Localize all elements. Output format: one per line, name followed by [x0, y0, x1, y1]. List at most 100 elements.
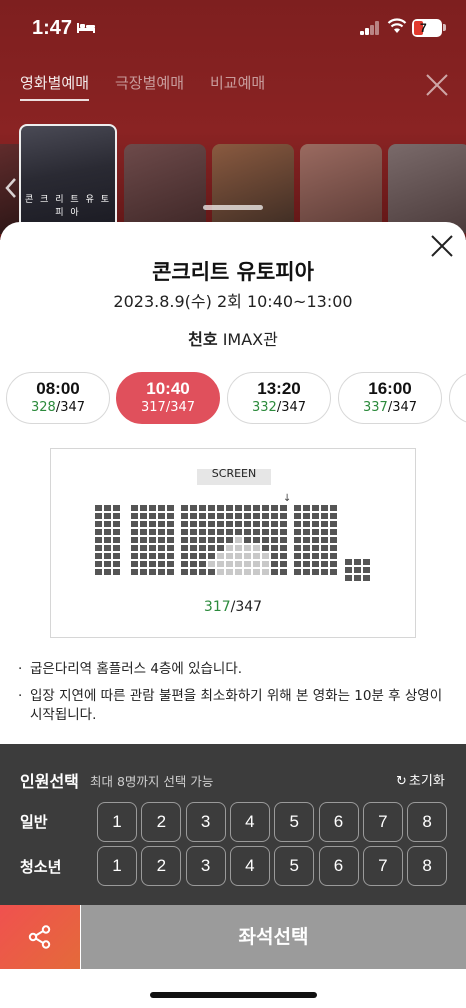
seat-taken — [208, 505, 215, 511]
count-option-button[interactable]: 6 — [318, 802, 359, 842]
seat-available — [253, 553, 260, 559]
seat-taken — [363, 567, 370, 573]
tab-by-theater[interactable]: 극장별예매 — [115, 72, 184, 93]
seat-taken — [208, 513, 215, 519]
seat-taken — [167, 561, 174, 567]
seat-taken — [280, 529, 287, 535]
chevron-left-icon[interactable] — [4, 176, 18, 200]
seat-block — [181, 505, 287, 575]
seat-taken — [140, 553, 147, 559]
seat-taken — [303, 505, 310, 511]
count-option-button[interactable]: 7 — [362, 802, 403, 842]
seat-taken — [167, 529, 174, 535]
close-icon[interactable] — [424, 72, 450, 98]
seat-taken — [312, 545, 319, 551]
count-option-button[interactable]: 8 — [407, 846, 448, 886]
seat-taken — [158, 545, 165, 551]
count-option-button[interactable]: 7 — [362, 846, 403, 886]
seat-taken — [271, 513, 278, 519]
seat-available — [262, 553, 269, 559]
seat-taken — [113, 537, 120, 543]
share-button[interactable] — [0, 905, 80, 969]
seat-taken — [294, 529, 301, 535]
seat-available — [208, 561, 215, 567]
seat-taken — [321, 529, 328, 535]
seat-taken — [131, 561, 138, 567]
count-option-button[interactable]: 3 — [185, 802, 226, 842]
count-option-button[interactable]: 6 — [318, 846, 359, 886]
seat-taken — [217, 513, 224, 519]
count-option-button[interactable]: 3 — [185, 846, 226, 886]
seat-taken — [226, 505, 233, 511]
seat-taken — [312, 505, 319, 511]
sheet-drag-handle[interactable] — [203, 205, 263, 210]
seat-taken — [95, 553, 102, 559]
seat-taken — [131, 505, 138, 511]
poster-item-selected[interactable]: 콘 크 리 트 유 토 피 아 — [19, 124, 117, 234]
footer-actions: 좌석선택 — [0, 905, 466, 969]
seat-taken — [330, 521, 337, 527]
seat-taken — [104, 553, 111, 559]
showtime-chip[interactable]: 08:00 328/347 — [6, 372, 110, 424]
reset-button[interactable]: ↻ 초기화 — [396, 770, 445, 789]
count-option-button[interactable]: 4 — [229, 802, 270, 842]
seat-count: 317/347 — [203, 599, 263, 615]
seat-taken — [345, 567, 352, 573]
count-option-button[interactable]: 2 — [141, 802, 182, 842]
showtime-chip[interactable]: 16:00 337/347 — [338, 372, 442, 424]
status-bar: 1:47 7 — [0, 0, 466, 56]
seat-taken — [104, 521, 111, 527]
seat-taken — [303, 537, 310, 543]
poster-item[interactable] — [388, 144, 466, 234]
seat-taken — [271, 561, 278, 567]
seat-map[interactable]: SCREEN ↓ 317/347 — [50, 448, 416, 638]
seat-taken — [190, 553, 197, 559]
seat-taken — [345, 575, 352, 581]
people-select-panel: 인원선택 최대 8명까지 선택 가능 ↻ 초기화 일반 12345678 청소년 … — [0, 744, 466, 905]
seat-taken — [330, 561, 337, 567]
seat-available — [235, 537, 242, 543]
seat-taken — [312, 569, 319, 575]
seat-taken — [303, 529, 310, 535]
poster-item[interactable] — [300, 144, 382, 234]
count-option-button[interactable]: 4 — [229, 846, 270, 886]
seat-taken — [104, 537, 111, 543]
seat-taken — [321, 513, 328, 519]
showtime-chip-selected[interactable]: 10:40 317/347 — [116, 372, 220, 424]
seat-taken — [235, 505, 242, 511]
seat-taken — [208, 545, 215, 551]
close-icon[interactable] — [430, 234, 454, 258]
count-option-button[interactable]: 8 — [407, 802, 448, 842]
showtime-chip[interactable] — [449, 372, 466, 424]
showtime-seats: 328/347 — [30, 400, 86, 415]
showtime-time: 08:00 — [36, 379, 80, 398]
showtime-chip[interactable]: 13:20 332/347 — [227, 372, 331, 424]
seat-block — [95, 505, 120, 575]
seat-taken — [345, 559, 352, 565]
select-seats-button[interactable]: 좌석선택 — [81, 905, 466, 969]
seat-taken — [321, 537, 328, 543]
seat-taken — [199, 561, 206, 567]
count-option-button[interactable]: 1 — [97, 846, 137, 886]
seat-taken — [190, 529, 197, 535]
count-option-button[interactable]: 1 — [97, 802, 137, 842]
poster-item[interactable] — [212, 144, 294, 234]
seat-taken — [199, 553, 206, 559]
poster-item[interactable] — [124, 144, 206, 234]
count-option-button[interactable]: 5 — [274, 846, 315, 886]
count-option-button[interactable]: 2 — [141, 846, 182, 886]
showtime-list: 08:00 328/347 10:40 317/347 13:20 332/34… — [0, 372, 466, 426]
tab-compare[interactable]: 비교예매 — [210, 72, 265, 93]
entrance-arrow-icon: ↓ — [283, 493, 292, 504]
seat-taken — [181, 505, 188, 511]
seat-available — [217, 561, 224, 567]
seat-taken — [253, 529, 260, 535]
seat-available — [253, 569, 260, 575]
seat-taken — [149, 521, 156, 527]
seat-taken — [104, 505, 111, 511]
count-option-button[interactable]: 5 — [274, 802, 315, 842]
seat-taken — [181, 513, 188, 519]
tab-by-movie[interactable]: 영화별예매 — [20, 72, 90, 101]
seat-taken — [235, 529, 242, 535]
seat-taken — [217, 505, 224, 511]
